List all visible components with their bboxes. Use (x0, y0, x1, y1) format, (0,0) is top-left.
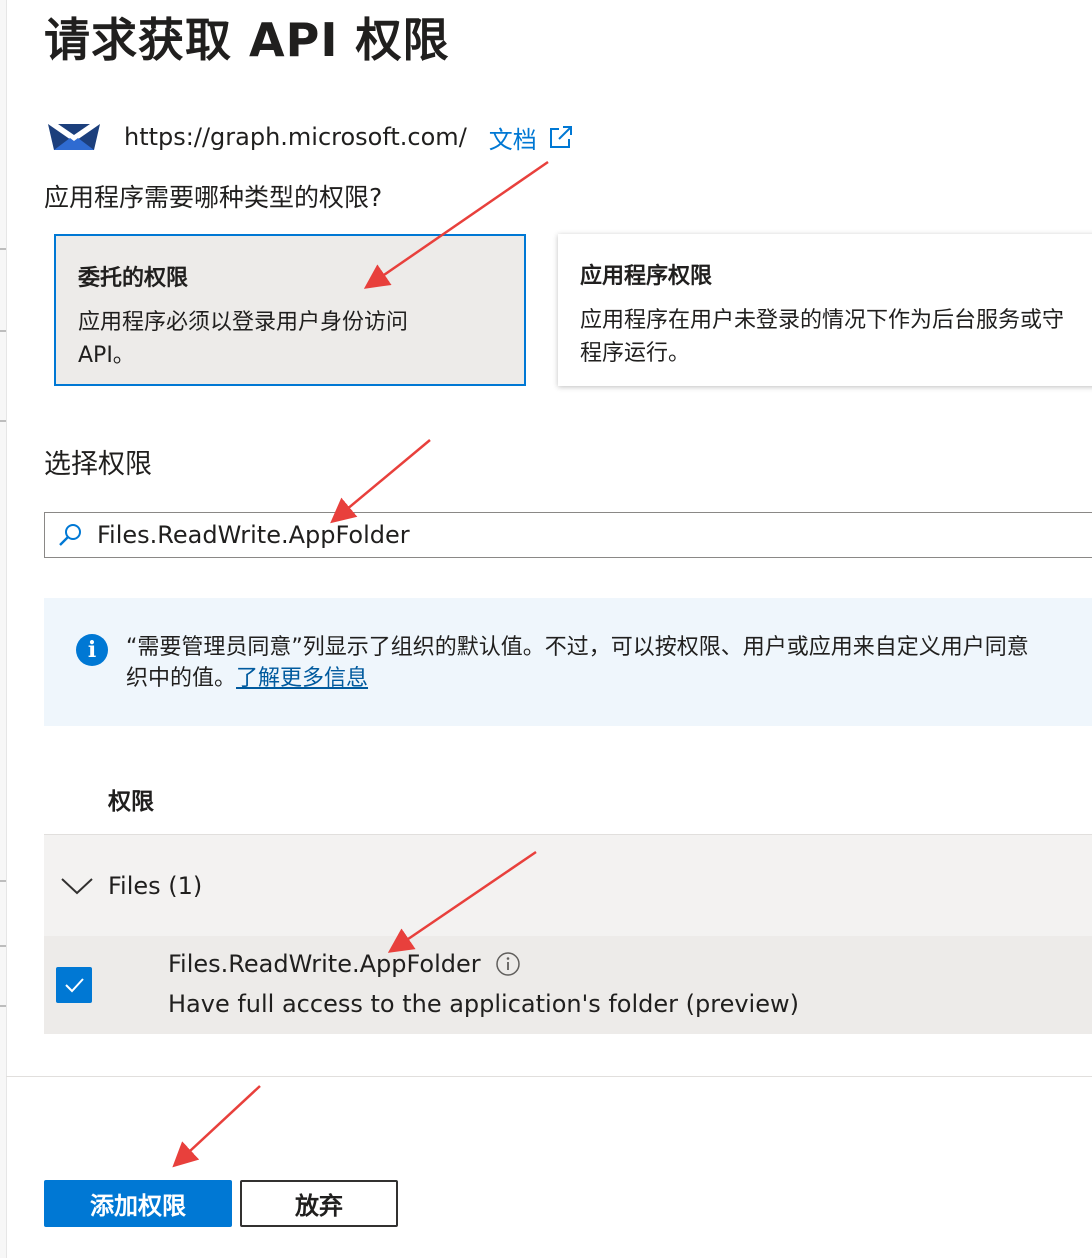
admin-consent-info-bar: i “需要管理员同意”列显示了组织的默认值。不过，可以按权限、用户或应用来自定义… (44, 598, 1092, 726)
permission-search-box[interactable] (44, 512, 1092, 558)
permission-name: Files.ReadWrite.AppFolder (168, 950, 481, 978)
info-message: “需要管理员同意”列显示了组织的默认值。不过，可以按权限、用户或应用来自定义用户… (126, 632, 1092, 726)
discard-button[interactable]: 放弃 (240, 1180, 398, 1227)
info-icon: i (76, 634, 108, 666)
add-permissions-button[interactable]: 添加权限 (44, 1180, 232, 1227)
permissions-column-header: 权限 (108, 789, 154, 815)
annotation-arrow-2 (330, 439, 431, 524)
delegated-permissions-description: 应用程序必须以登录用户身份访问 API。 (78, 306, 502, 372)
permission-description: Have full access to the application's fo… (168, 990, 799, 1018)
checkmark-icon (65, 978, 84, 993)
left-edge-panel (0, 0, 7, 1258)
graph-api-logo-icon (48, 124, 100, 150)
delegated-permissions-title: 委托的权限 (78, 266, 189, 291)
permission-checkbox[interactable] (56, 967, 92, 1003)
api-header: https://graph.microsoft.com/ 文档 (46, 114, 575, 160)
documentation-link-label: 文档 (488, 125, 537, 154)
documentation-link[interactable]: 文档 (489, 120, 575, 155)
chevron-down-icon[interactable] (60, 876, 94, 896)
delegated-permissions-card[interactable]: 委托的权限 应用程序必须以登录用户身份访问 API。 (54, 234, 526, 386)
learn-more-link[interactable]: 了解更多信息 (236, 666, 368, 691)
application-permissions-description: 应用程序在用户未登录的情况下作为后台服务或守 程序运行。 (580, 304, 1092, 370)
delegated-desc-line2: API。 (78, 343, 135, 368)
footer-divider (6, 1076, 1092, 1077)
info-line2: 织中的值。了解更多信息 (126, 663, 1092, 694)
application-permissions-title: 应用程序权限 (580, 264, 713, 289)
search-icon (59, 524, 81, 546)
files-group-row[interactable]: Files (1) (44, 834, 1092, 937)
api-url: https://graph.microsoft.com/ (124, 123, 467, 151)
application-desc-line2: 程序运行。 (580, 341, 691, 366)
application-desc-line1: 应用程序在用户未登录的情况下作为后台服务或守 (580, 308, 1065, 333)
permission-type-question: 应用程序需要哪种类型的权限? (44, 183, 383, 212)
info-circle-icon[interactable] (495, 951, 521, 977)
info-line2-text: 织中的值。 (126, 666, 237, 691)
delegated-desc-line1: 应用程序必须以登录用户身份访问 (78, 310, 409, 335)
info-line1: “需要管理员同意”列显示了组织的默认值。不过，可以按权限、用户或应用来自定义用户… (126, 635, 1029, 660)
permission-search-input[interactable] (95, 520, 999, 550)
permission-name-wrap: Files.ReadWrite.AppFolder (168, 950, 521, 978)
select-permissions-label: 选择权限 (44, 449, 152, 480)
annotation-arrow-4 (172, 1085, 261, 1168)
permission-row[interactable]: Files.ReadWrite.AppFolder Have full acce… (44, 936, 1092, 1034)
files-group-label: Files (1) (108, 872, 203, 900)
page-title: 请求获取 API 权限 (44, 13, 450, 67)
external-link-icon (549, 126, 572, 148)
application-permissions-card[interactable]: 应用程序权限 应用程序在用户未登录的情况下作为后台服务或守 程序运行。 (558, 234, 1092, 386)
